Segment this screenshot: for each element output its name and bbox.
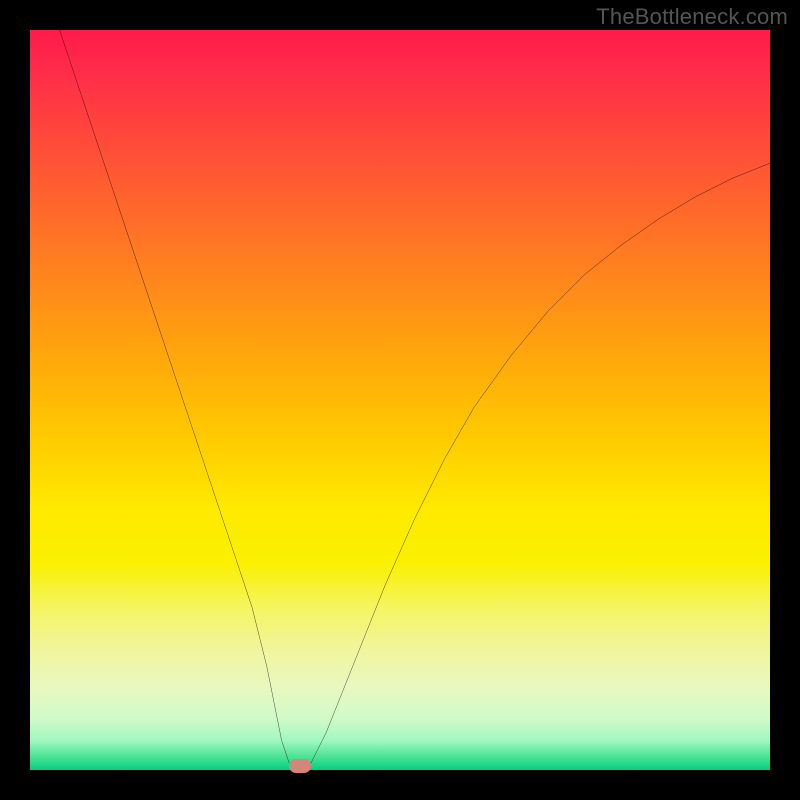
chart-curve (30, 30, 770, 770)
current-value-marker (289, 759, 311, 773)
watermark-text: TheBottleneck.com (596, 4, 788, 30)
chart-plot-area (30, 30, 770, 770)
